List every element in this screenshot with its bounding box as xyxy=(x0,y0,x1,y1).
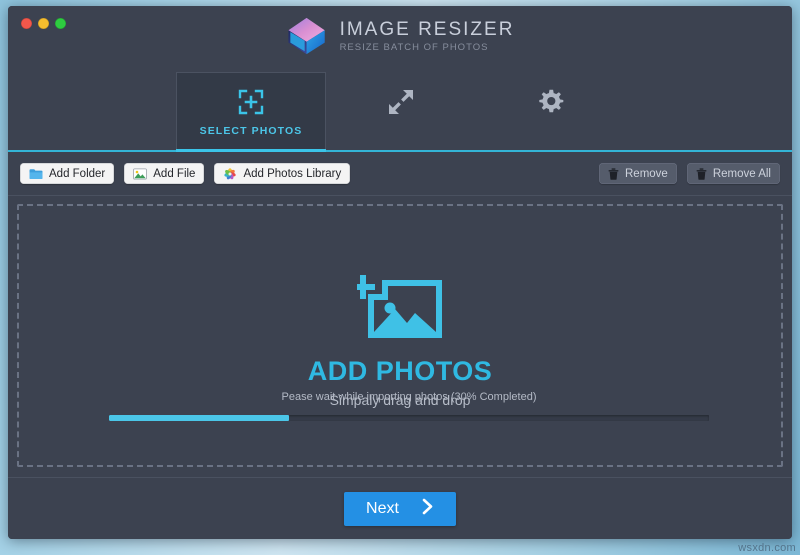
chevron-right-icon xyxy=(421,498,434,520)
add-photos-library-label: Add Photos Library xyxy=(243,167,342,180)
remove-button[interactable]: Remove xyxy=(599,163,677,184)
watermark: wsxdn.com xyxy=(738,542,796,554)
folder-icon xyxy=(29,168,43,180)
maximize-window-button[interactable] xyxy=(55,18,66,29)
content-area: ADD PHOTOS Simpaly drag and drop Pease w… xyxy=(8,196,792,477)
import-progress: Pease wait while importing photos (30% C… xyxy=(109,391,709,421)
crop-frame-plus-icon xyxy=(237,86,265,118)
tab-resize[interactable] xyxy=(326,72,476,150)
add-folder-button[interactable]: Add Folder xyxy=(20,163,115,184)
import-progress-label: Pease wait while importing photos (30% C… xyxy=(281,391,537,403)
add-folder-label: Add Folder xyxy=(49,167,106,180)
next-button-label: Next xyxy=(366,499,399,517)
app-title: IMAGE RESIZER xyxy=(339,18,515,40)
dropzone-prompt: ADD PHOTOS Simpaly drag and drop xyxy=(308,271,493,408)
progress-bar-fill xyxy=(109,415,289,421)
tab-select-photos-label: SELECT PHOTOS xyxy=(199,125,303,137)
next-button[interactable]: Next xyxy=(344,491,456,526)
app-subtitle: RESIZE BATCH OF PHOTOS xyxy=(339,41,489,53)
photos-app-icon xyxy=(223,167,237,181)
trash-icon xyxy=(696,167,707,180)
add-file-label: Add File xyxy=(153,167,196,180)
remove-all-label: Remove All xyxy=(712,167,771,180)
toolbar-left-group: Add Folder Add File Add Photos Library xyxy=(20,163,351,184)
toolbar: Add Folder Add File Add Photos Library R… xyxy=(8,152,792,196)
progress-bar-track xyxy=(109,415,709,421)
toolbar-right-group: Remove Remove All xyxy=(599,163,780,184)
tab-settings[interactable] xyxy=(476,72,626,150)
close-window-button[interactable] xyxy=(21,18,32,29)
diamond-cube-logo-icon xyxy=(288,17,325,55)
remove-label: Remove xyxy=(625,167,668,180)
resize-diagonal-arrows-icon xyxy=(388,86,414,118)
add-photo-icon xyxy=(351,271,443,344)
tab-select-photos[interactable]: SELECT PHOTOS xyxy=(176,72,326,152)
remove-all-button[interactable]: Remove All xyxy=(686,163,780,184)
brand: IMAGE RESIZER RESIZE BATCH OF PHOTOS xyxy=(286,15,515,57)
add-photos-library-button[interactable]: Add Photos Library xyxy=(214,163,351,184)
picture-icon xyxy=(133,167,148,180)
window-controls xyxy=(21,18,66,29)
tab-bar: SELECT PHOTOS xyxy=(8,72,792,152)
dropzone-title: ADD PHOTOS xyxy=(307,356,493,386)
minimize-window-button[interactable] xyxy=(38,18,49,29)
trash-icon xyxy=(608,167,619,180)
footer: Next xyxy=(8,477,792,539)
gear-icon xyxy=(538,86,564,118)
app-window: IMAGE RESIZER RESIZE BATCH OF PHOTOS SEL… xyxy=(8,6,792,539)
add-file-button[interactable]: Add File xyxy=(124,163,205,184)
photo-dropzone[interactable]: ADD PHOTOS Simpaly drag and drop Pease w… xyxy=(17,204,783,467)
title-bar: IMAGE RESIZER RESIZE BATCH OF PHOTOS xyxy=(8,6,792,72)
